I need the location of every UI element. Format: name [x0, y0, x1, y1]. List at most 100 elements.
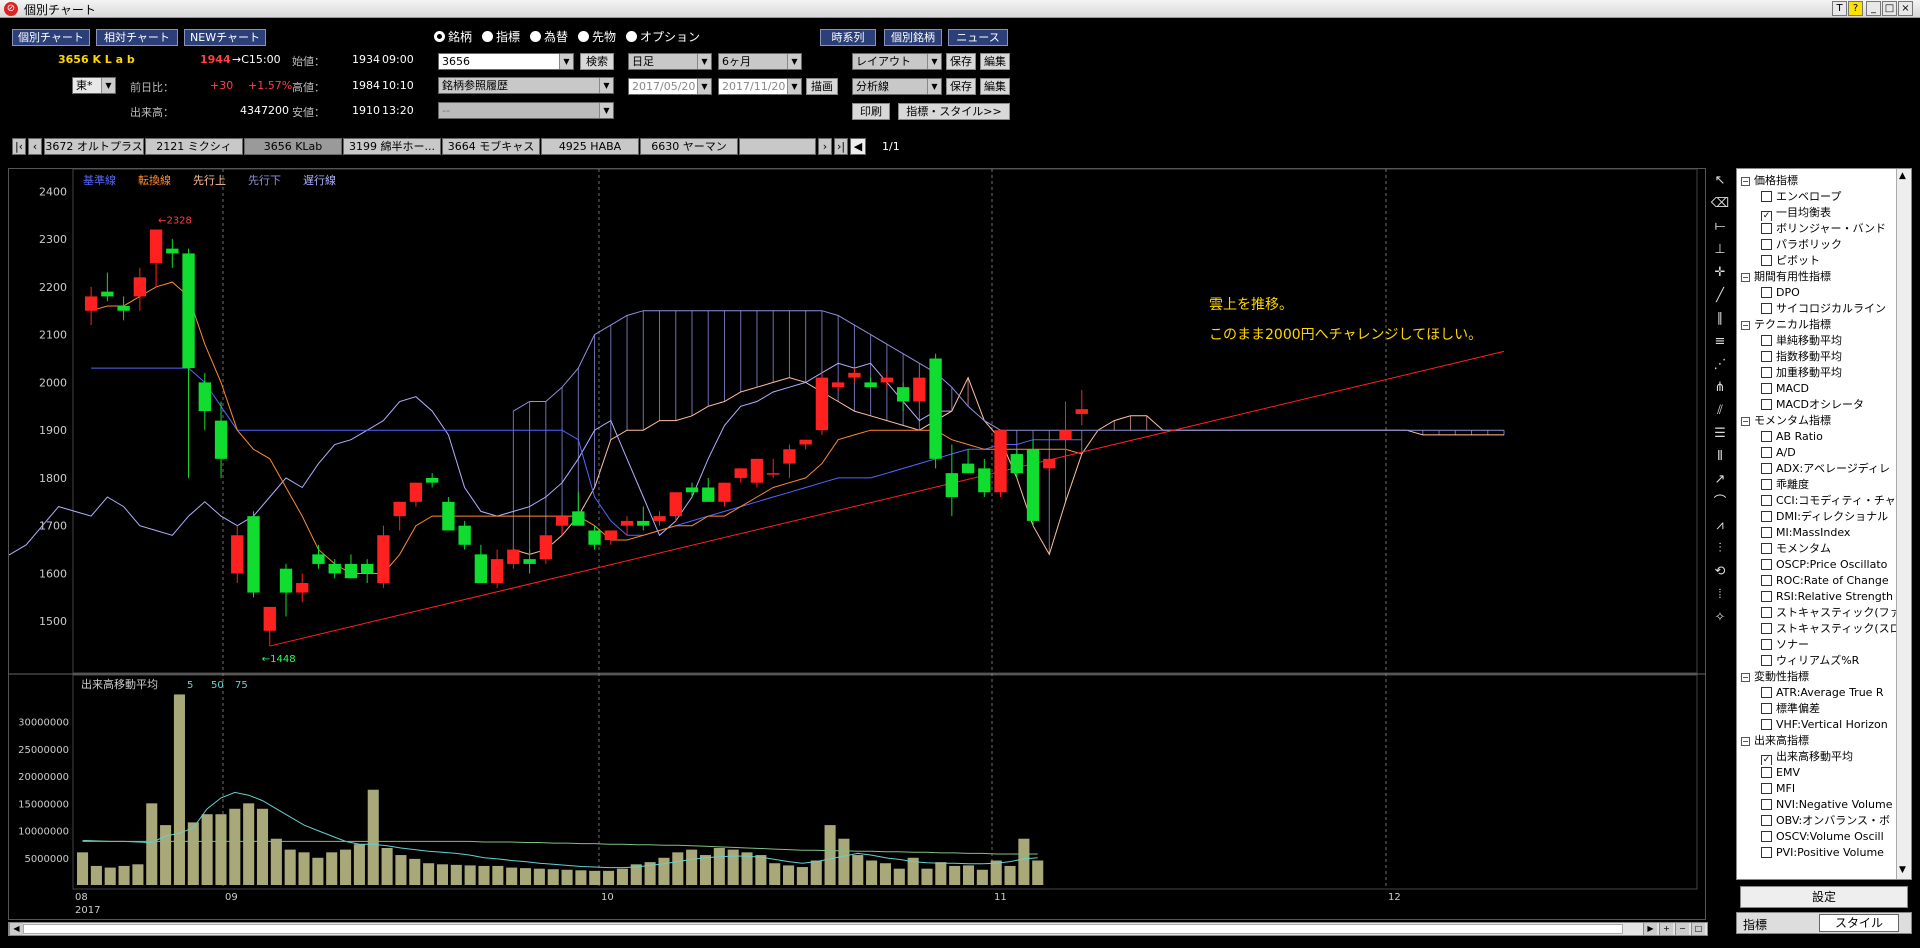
collapse-icon[interactable]: −: [1741, 273, 1750, 282]
tab-new-chart[interactable]: NEWチャート: [184, 29, 266, 46]
tab-scroll-next-icon[interactable]: ›: [818, 138, 832, 155]
checkbox-icon[interactable]: [1761, 431, 1772, 442]
stock-tab-0[interactable]: 3672 オルトプラス: [44, 138, 144, 155]
draw-button[interactable]: 描画: [806, 78, 838, 95]
text-icon[interactable]: T: [1832, 1, 1847, 16]
collapse-icon[interactable]: −: [1741, 417, 1750, 426]
fan-line-icon[interactable]: ⋰: [1710, 355, 1730, 375]
stock-tab-2[interactable]: 3656 KLab: [244, 138, 342, 155]
settings-button[interactable]: 設定: [1740, 886, 1908, 908]
period-length-select[interactable]: 6ヶ月 ▼: [718, 53, 802, 70]
checkbox-icon[interactable]: [1761, 575, 1772, 586]
vertical-line-icon[interactable]: ⊥: [1710, 240, 1730, 260]
parallel-line-icon[interactable]: ∥: [1710, 309, 1730, 329]
stock-tab-1[interactable]: 2121 ミクシィ: [145, 138, 243, 155]
checkbox-icon[interactable]: [1761, 191, 1772, 202]
indicator-item[interactable]: OSCV:Volume Oscill: [1737, 829, 1897, 845]
scroll-left-icon[interactable]: ◀: [9, 923, 23, 935]
third-select[interactable]: -- ▼: [438, 102, 614, 119]
stock-tab-5[interactable]: 4925 HABA: [541, 138, 639, 155]
indicator-item[interactable]: ストキャスティック(ファ: [1737, 605, 1897, 621]
indicator-item[interactable]: ADX:アベレージディレ: [1737, 461, 1897, 477]
tab-scroll-first-icon[interactable]: |‹: [12, 138, 26, 155]
checkbox-icon[interactable]: [1761, 383, 1772, 394]
analysis-select[interactable]: 分析線 ▼: [852, 78, 942, 95]
checkbox-icon[interactable]: [1761, 479, 1772, 490]
indicator-item[interactable]: MACDオシレータ: [1737, 397, 1897, 413]
pitchfork-icon[interactable]: ⋔: [1710, 378, 1730, 398]
close-button[interactable]: ×: [1898, 1, 1913, 16]
stock-tab-3[interactable]: 3199 綿半ホー...: [343, 138, 441, 155]
cycle-icon[interactable]: ⦙: [1710, 585, 1730, 605]
checkbox-icon[interactable]: [1761, 463, 1772, 474]
checkbox-icon[interactable]: [1761, 591, 1772, 602]
checkbox-icon[interactable]: [1761, 255, 1772, 266]
indicator-group[interactable]: − 出来高指標: [1737, 733, 1897, 749]
checkbox-icon[interactable]: [1761, 815, 1772, 826]
indicator-item[interactable]: MI:MassIndex: [1737, 525, 1897, 541]
indicator-item[interactable]: VHF:Vertical Horizon: [1737, 717, 1897, 733]
retracement-icon[interactable]: ☰: [1710, 424, 1730, 444]
collapse-icon[interactable]: −: [1741, 177, 1750, 186]
checkbox-icon[interactable]: [1761, 511, 1772, 522]
tab-scroll-prev-icon[interactable]: ‹: [28, 138, 42, 155]
checkbox-icon[interactable]: [1761, 799, 1772, 810]
indicator-group[interactable]: − モメンタム指標: [1737, 413, 1897, 429]
checkbox-icon[interactable]: [1761, 847, 1772, 858]
checkbox-icon[interactable]: [1761, 655, 1772, 666]
indicator-item[interactable]: ストキャスティック(スロ: [1737, 621, 1897, 637]
indicator-item[interactable]: MFI: [1737, 781, 1897, 797]
ray-icon[interactable]: ↗: [1710, 470, 1730, 490]
indicator-item[interactable]: ✓ 一目均衡表: [1737, 205, 1897, 221]
zoom-in-icon[interactable]: +: [1659, 923, 1673, 935]
checkbox-icon[interactable]: [1761, 831, 1772, 842]
checkbox-icon[interactable]: [1761, 767, 1772, 778]
indicator-item[interactable]: パラボリック: [1737, 237, 1897, 253]
checkbox-icon[interactable]: [1761, 559, 1772, 570]
collapse-icon[interactable]: −: [1741, 737, 1750, 746]
checkbox-icon[interactable]: [1761, 335, 1772, 346]
checkbox-icon[interactable]: [1761, 239, 1772, 250]
scroll-right-icon[interactable]: ▶: [1643, 923, 1657, 935]
indicator-item[interactable]: ウィリアムズ%R: [1737, 653, 1897, 669]
arrow-left-icon[interactable]: ◀: [850, 138, 866, 155]
checkbox-icon[interactable]: [1761, 783, 1772, 794]
timeseries-button[interactable]: 時系列: [820, 29, 876, 46]
indicator-item[interactable]: OBV:オンバランス・ボ: [1737, 813, 1897, 829]
fibonacci-icon[interactable]: ≡: [1710, 332, 1730, 352]
indicator-item[interactable]: モメンタム: [1737, 541, 1897, 557]
spiral-icon[interactable]: ⟲: [1710, 562, 1730, 582]
search-button[interactable]: 検索: [580, 53, 614, 70]
checkbox-icon[interactable]: [1761, 351, 1772, 362]
market-select[interactable]: 東* ▼: [72, 77, 116, 94]
save-layout-button[interactable]: 保存: [946, 53, 976, 70]
tab-individual-chart[interactable]: 個別チャート: [12, 29, 90, 46]
zoom-reset-icon[interactable]: □: [1691, 923, 1705, 935]
edit-layout-button[interactable]: 編集: [980, 53, 1010, 70]
indicator-scrollbar[interactable]: ▲ ▼: [1896, 169, 1911, 879]
chart-area[interactable]: 08 09 10 11 12 2017 1500 1600 1700 1800 1900 2000 21…: [0, 168, 1707, 920]
checkbox-icon[interactable]: [1761, 287, 1772, 298]
zigzag-icon[interactable]: ⩘: [1710, 516, 1730, 536]
indicator-item[interactable]: 標準偏差: [1737, 701, 1897, 717]
indicator-group[interactable]: − 期間有用性指標: [1737, 269, 1897, 285]
individual-stock-button[interactable]: 個別銘柄: [884, 29, 942, 46]
bars-icon[interactable]: ⦀: [1710, 447, 1730, 467]
tab-indicator[interactable]: 指標: [1743, 916, 1767, 933]
indicator-item[interactable]: OSCP:Price Oscillato: [1737, 557, 1897, 573]
indicator-item[interactable]: 加重移動平均: [1737, 365, 1897, 381]
indicator-item[interactable]: RSI:Relative Strength: [1737, 589, 1897, 605]
indicator-item[interactable]: ボリンジャー・バンド: [1737, 221, 1897, 237]
period-type-select[interactable]: 日足 ▼: [628, 53, 712, 70]
indicator-item[interactable]: NVI:Negative Volume: [1737, 797, 1897, 813]
help-icon[interactable]: ?: [1848, 1, 1863, 16]
indicator-item[interactable]: MACD: [1737, 381, 1897, 397]
indicator-item[interactable]: ATR:Average True R: [1737, 685, 1897, 701]
indicator-item[interactable]: PVI:Positive Volume: [1737, 845, 1897, 861]
print-button[interactable]: 印刷: [852, 103, 890, 120]
indicator-item[interactable]: ✓ 出来高移動平均: [1737, 749, 1897, 765]
checkbox-icon[interactable]: [1761, 399, 1772, 410]
indicator-item[interactable]: A/D: [1737, 445, 1897, 461]
tab-scroll-last-icon[interactable]: ›|: [834, 138, 848, 155]
eraser-icon[interactable]: ⌫: [1710, 194, 1730, 214]
